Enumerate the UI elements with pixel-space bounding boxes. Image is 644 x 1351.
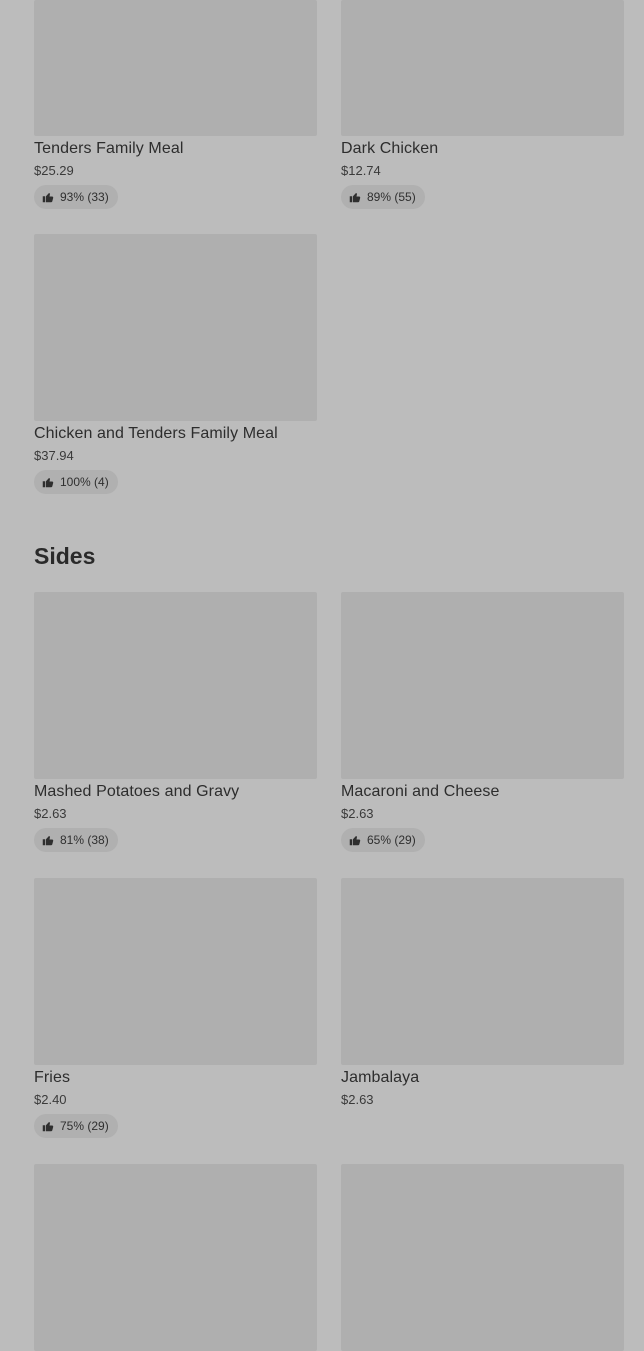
item-price: $2.63 (34, 806, 67, 821)
menu-item-card[interactable] (341, 1164, 624, 1351)
item-image-placeholder (34, 0, 317, 136)
item-price: $2.63 (341, 806, 374, 821)
item-name: Fries (34, 1069, 71, 1086)
rating-text: 93% (33) (60, 190, 109, 204)
rating-text: 75% (29) (60, 1119, 109, 1133)
rating-badge: 100% (4) (34, 470, 118, 494)
thumbs-up-icon (349, 836, 361, 846)
menu-item-card[interactable]: Jambalaya $2.63 (341, 878, 624, 1109)
menu-item-card[interactable]: Fries $2.40 75% (29) (34, 878, 317, 1138)
menu-item-card[interactable]: Chicken and Tenders Family Meal $37.94 1… (34, 234, 317, 494)
item-image-placeholder (341, 1164, 624, 1351)
item-image-placeholder (341, 878, 624, 1065)
rating-badge: 93% (33) (34, 185, 118, 209)
item-image-placeholder (341, 592, 624, 779)
section-title-sides: Sides (34, 543, 96, 569)
rating-text: 89% (55) (367, 190, 416, 204)
item-name: Jambalaya (341, 1069, 420, 1086)
item-image-placeholder (34, 592, 317, 779)
menu-item-card[interactable]: Tenders Family Meal $25.29 93% (33) (34, 0, 317, 209)
rating-badge: 75% (29) (34, 1114, 118, 1138)
item-name: Mashed Potatoes and Gravy (34, 783, 240, 800)
rating-badge: 81% (38) (34, 828, 118, 852)
item-name: Chicken and Tenders Family Meal (34, 425, 278, 442)
item-price: $37.94 (34, 448, 74, 463)
menu-item-card[interactable]: Mashed Potatoes and Gravy $2.63 81% (38) (34, 592, 317, 852)
rating-text: 65% (29) (367, 833, 416, 847)
thumbs-up-icon (42, 478, 54, 488)
rating-text: 81% (38) (60, 833, 109, 847)
rating-badge: 89% (55) (341, 185, 425, 209)
menu-item-card[interactable] (34, 1164, 317, 1351)
thumbs-up-icon (42, 836, 54, 846)
item-image-placeholder (341, 0, 624, 136)
item-price: $2.63 (341, 1092, 374, 1107)
item-price: $12.74 (341, 163, 381, 178)
item-image-placeholder (34, 234, 317, 421)
rating-badge: 65% (29) (341, 828, 425, 852)
thumbs-up-icon (349, 193, 361, 203)
menu-item-card[interactable]: Macaroni and Cheese $2.63 65% (29) (341, 592, 624, 852)
item-image-placeholder (34, 878, 317, 1065)
item-price: $25.29 (34, 163, 74, 178)
menu-item-card[interactable]: Dark Chicken $12.74 89% (55) (341, 0, 624, 209)
item-name: Macaroni and Cheese (341, 783, 500, 800)
thumbs-up-icon (42, 193, 54, 203)
item-image-placeholder (34, 1164, 317, 1351)
rating-text: 100% (4) (60, 475, 109, 489)
item-name: Dark Chicken (341, 140, 439, 157)
item-name: Tenders Family Meal (34, 140, 184, 157)
item-price: $2.40 (34, 1092, 67, 1107)
thumbs-up-icon (42, 1122, 54, 1132)
